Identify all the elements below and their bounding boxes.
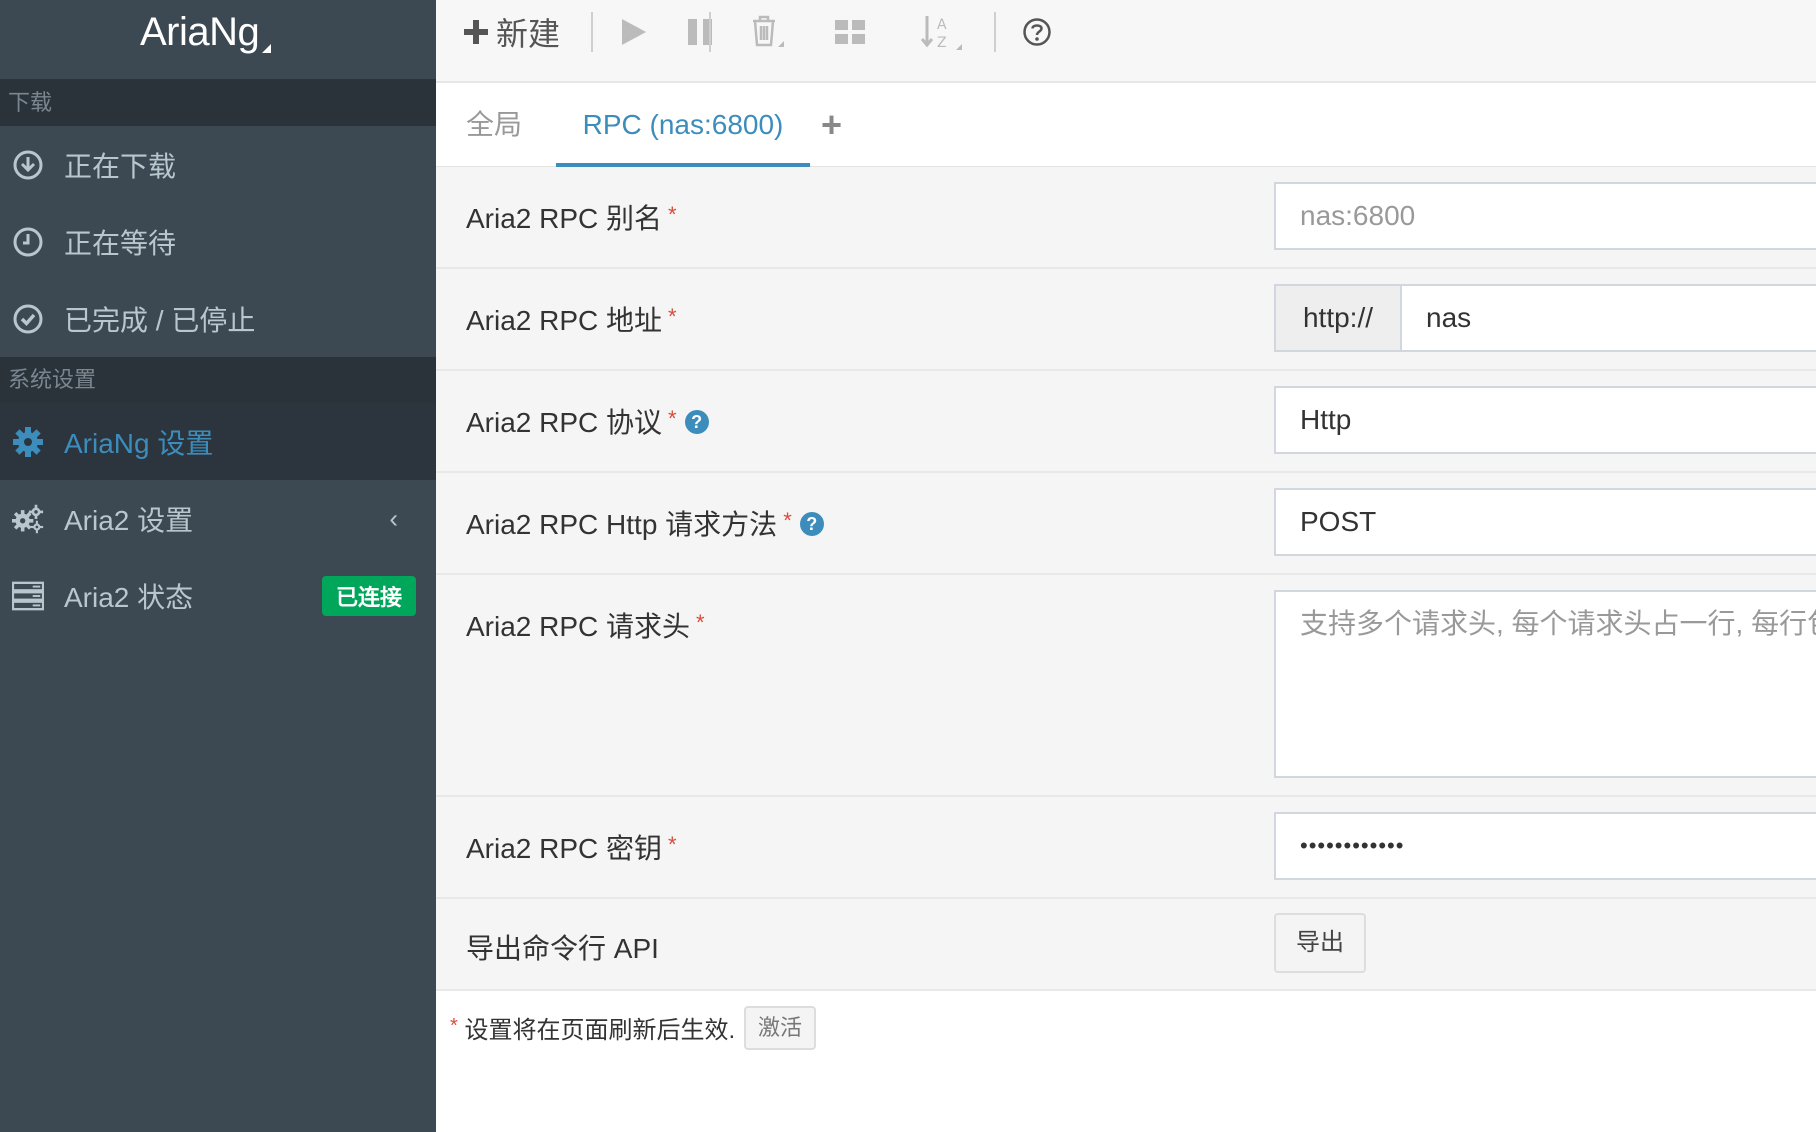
- footer-note: * 设置将在页面刷新后生效.: [450, 1010, 735, 1045]
- sidebar-item-downloading[interactable]: 正在下载: [0, 126, 436, 203]
- new-task-label: 新建: [496, 16, 561, 52]
- address-label: Aria2 RPC 地址 *: [466, 299, 677, 339]
- address-label-text: Aria2 RPC 地址: [466, 305, 663, 336]
- tab-global[interactable]: 全局: [466, 83, 522, 167]
- required-mark: *: [668, 406, 677, 431]
- form-row-secret: Aria2 RPC 密钥 * ••••••••••••: [436, 797, 1816, 899]
- display-mode-button[interactable]: [834, 0, 866, 64]
- sort-az-icon: A Z: [920, 16, 962, 51]
- sidebar-item-aria2-status[interactable]: Aria2 状态 已连接: [0, 557, 436, 634]
- app-logo[interactable]: AriaNg: [140, 10, 260, 55]
- sidebar-item-label: 正在下载: [64, 150, 177, 182]
- check-circle-icon: [13, 304, 43, 333]
- form-row-headers: Aria2 RPC 请求头 * 支持多个请求头, 每个请求头占一行, 每行包: [436, 575, 1816, 797]
- toolbar-divider: [591, 12, 593, 52]
- download-circle-icon: [13, 150, 43, 179]
- logo-bar: AriaNg: [0, 0, 436, 80]
- sidebar-item-stopped[interactable]: 已完成 / 已停止: [0, 280, 436, 357]
- sidebar-item-label: AriaNg 设置: [64, 427, 214, 459]
- headers-textarea[interactable]: 支持多个请求头, 每个请求头占一行, 每行包: [1274, 590, 1816, 778]
- sidebar-item-ariang-settings[interactable]: AriaNg 设置: [0, 403, 436, 480]
- sidebar-item-aria2-settings[interactable]: Aria2 设置 ‹: [0, 480, 436, 557]
- gears-icon: [12, 504, 44, 533]
- help-button[interactable]: [1022, 0, 1052, 64]
- tab-rpc[interactable]: RPC (nas:6800): [556, 83, 810, 167]
- sidebar: AriaNg 下载 正在下载 正在等待 已完成 / 已停止 系统设置 AriaN…: [0, 0, 436, 1132]
- section-header-settings: 系统设置: [0, 357, 436, 403]
- gear-icon: [13, 426, 43, 457]
- plus-icon: [464, 20, 488, 44]
- logo-caret-icon: [262, 44, 271, 53]
- alias-input[interactable]: nas:6800: [1274, 182, 1816, 250]
- required-mark: *: [696, 610, 705, 635]
- required-mark: *: [668, 304, 677, 329]
- secret-label: Aria2 RPC 密钥 *: [466, 827, 677, 867]
- sort-button[interactable]: A Z: [920, 0, 964, 64]
- method-label: Aria2 RPC Http 请求方法 *?: [466, 503, 824, 543]
- required-mark: *: [668, 832, 677, 857]
- clock-icon: [13, 227, 43, 256]
- sidebar-item-label: 正在等待: [64, 227, 177, 259]
- status-badge: 已连接: [321, 575, 416, 616]
- address-input[interactable]: nas: [1400, 284, 1816, 352]
- form-row-method: Aria2 RPC Http 请求方法 *? POST: [436, 473, 1816, 575]
- toolbar: 新建 A Z: [436, 0, 1816, 83]
- new-task-button[interactable]: 新建: [464, 0, 560, 64]
- toolbar-divider: [709, 12, 711, 52]
- protocol-select[interactable]: Http: [1274, 386, 1816, 454]
- section-header-downloads: 下载: [0, 80, 436, 126]
- form-row-alias: Aria2 RPC 别名 * nas:6800: [436, 167, 1816, 269]
- sidebar-item-label: 已完成 / 已停止: [64, 304, 256, 336]
- method-label-text: Aria2 RPC Http 请求方法: [466, 509, 778, 540]
- form-row-protocol: Aria2 RPC 协议 *? Http: [436, 371, 1816, 473]
- form-row-export: 导出命令行 API 导出: [436, 899, 1816, 991]
- grid-icon: [835, 20, 865, 44]
- chevron-left-icon: ‹: [389, 503, 398, 533]
- help-circle-icon: [1023, 18, 1051, 46]
- method-select[interactable]: POST: [1274, 488, 1816, 556]
- protocol-label: Aria2 RPC 协议 *?: [466, 401, 709, 441]
- alias-label-text: Aria2 RPC 别名: [466, 203, 663, 234]
- protocol-label-text: Aria2 RPC 协议: [466, 407, 663, 438]
- required-mark: *: [783, 508, 792, 533]
- activate-button[interactable]: 激活: [744, 1006, 816, 1050]
- svg-text:A: A: [937, 17, 947, 33]
- sidebar-item-label: Aria2 状态: [64, 581, 194, 613]
- trash-icon: [753, 15, 784, 47]
- footer-note-text: 设置将在页面刷新后生效.: [464, 1017, 736, 1044]
- settings-tabs: 全局 RPC (nas:6800) +: [436, 83, 1816, 167]
- secret-input[interactable]: ••••••••••••: [1274, 812, 1816, 880]
- alias-label: Aria2 RPC 别名 *: [466, 197, 677, 237]
- export-button[interactable]: 导出: [1274, 913, 1366, 973]
- play-icon: [622, 19, 646, 45]
- sidebar-item-label: Aria2 设置: [64, 504, 194, 536]
- export-label: 导出命令行 API: [466, 933, 659, 964]
- start-button[interactable]: [620, 0, 648, 64]
- question-circle-icon[interactable]: ?: [799, 511, 824, 536]
- form-row-address: Aria2 RPC 地址 * http:// nas: [436, 269, 1816, 371]
- toolbar-divider: [994, 12, 996, 52]
- headers-label: Aria2 RPC 请求头 *: [466, 605, 705, 645]
- required-mark: *: [668, 202, 677, 227]
- headers-label-text: Aria2 RPC 请求头: [466, 611, 691, 642]
- delete-button[interactable]: [750, 0, 786, 64]
- question-circle-icon[interactable]: ?: [684, 409, 709, 434]
- sidebar-item-waiting[interactable]: 正在等待: [0, 203, 436, 280]
- server-icon: [12, 581, 44, 610]
- svg-text:Z: Z: [937, 35, 947, 51]
- add-rpc-tab-button[interactable]: +: [821, 83, 842, 167]
- required-mark: *: [450, 1015, 458, 1037]
- protocol-prefix-addon: http://: [1274, 284, 1402, 352]
- secret-label-text: Aria2 RPC 密钥: [466, 833, 663, 864]
